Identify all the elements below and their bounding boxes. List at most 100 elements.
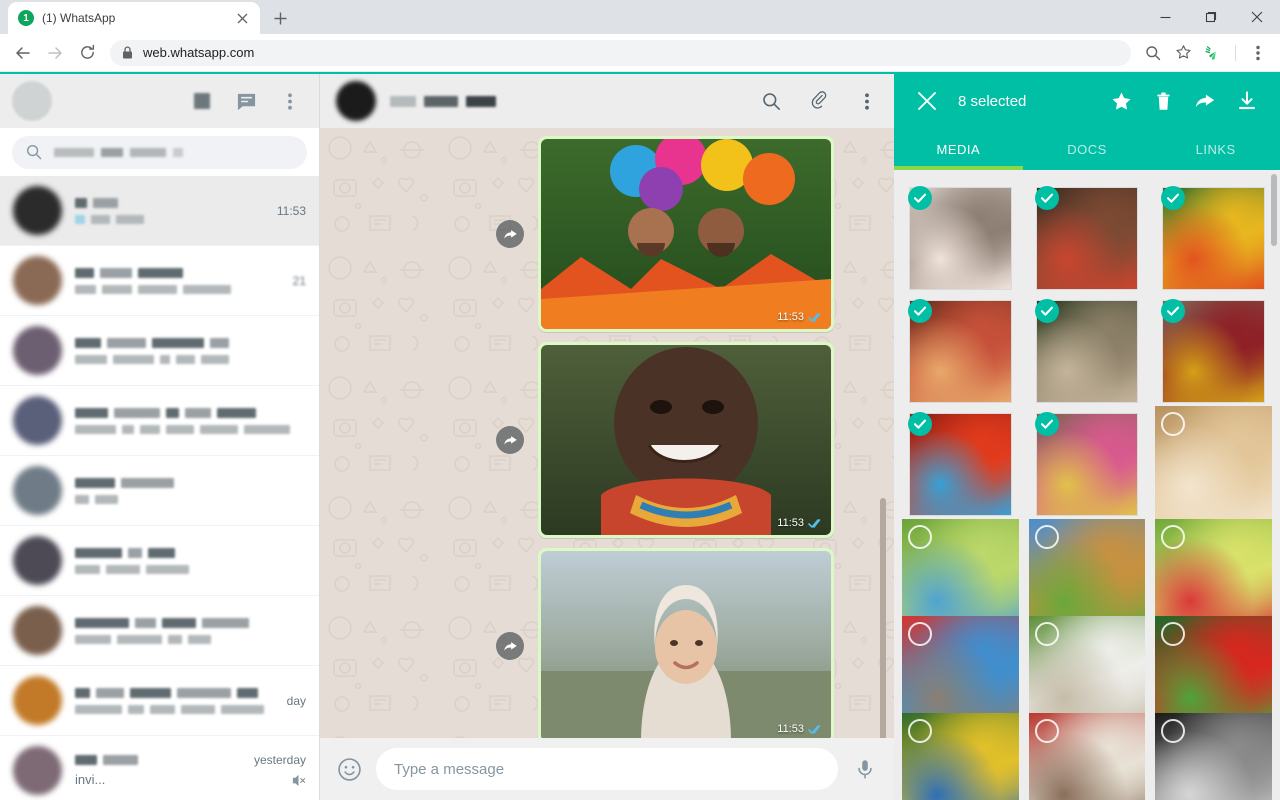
checkbox-unchecked-icon[interactable] [1034, 719, 1059, 743]
attach-clip-icon[interactable] [808, 90, 830, 112]
message-meta: 11:53 [777, 723, 824, 735]
checkbox-checked-icon[interactable] [908, 299, 932, 323]
browser-tab[interactable]: 1 (1) WhatsApp [8, 2, 260, 34]
whatsapp-app: 11:53 21 day invi... yesterdayyesterday [0, 72, 1280, 800]
forward-message-icon[interactable] [496, 220, 524, 248]
window-close-icon[interactable] [1234, 0, 1280, 34]
media-thumbnail[interactable] [1155, 180, 1272, 297]
checkbox-checked-icon[interactable] [908, 186, 932, 210]
forward-message-icon[interactable] [496, 426, 524, 454]
chat-list-item[interactable]: day [0, 666, 319, 736]
contact-avatar[interactable] [336, 81, 376, 121]
chat-timestamp [303, 414, 306, 428]
conversation-scrollbar[interactable] [880, 498, 886, 738]
media-thumbnail[interactable] [1028, 406, 1146, 523]
chat-list-item[interactable] [0, 316, 319, 386]
reload-icon[interactable] [72, 38, 102, 68]
chat-item-body [75, 547, 290, 574]
browser-menu-dots-icon[interactable] [1244, 39, 1272, 67]
message-image[interactable] [541, 551, 831, 738]
chat-list-item[interactable]: 21 [0, 246, 319, 316]
address-bar-url: web.whatsapp.com [143, 45, 255, 60]
checkbox-unchecked-icon[interactable] [908, 525, 932, 549]
star-icon[interactable] [1110, 90, 1132, 112]
search-placeholder-redacted [54, 147, 183, 157]
tab-links[interactable]: LINKS [1151, 128, 1280, 170]
chat-preview-redacted [75, 564, 290, 574]
forward-icon[interactable] [1194, 90, 1216, 112]
chat-list-item[interactable] [0, 526, 319, 596]
media-thumbnail[interactable] [902, 713, 1019, 800]
chat-list-item[interactable] [0, 456, 319, 526]
read-receipt-icon [808, 724, 824, 735]
delete-icon[interactable] [1152, 90, 1174, 112]
chat-list-item[interactable]: invi... yesterday [0, 736, 319, 800]
checkbox-unchecked-icon[interactable] [908, 622, 932, 646]
forward-icon[interactable] [40, 38, 70, 68]
checkbox-checked-icon[interactable] [1034, 299, 1059, 323]
message-input[interactable] [376, 748, 838, 790]
media-thumbnail[interactable] [1028, 713, 1146, 800]
conversation-header [320, 74, 894, 128]
tab-label: DOCS [1067, 141, 1107, 157]
media-thumbnail[interactable] [902, 293, 1019, 410]
microphone-icon[interactable] [852, 756, 878, 782]
chat-timestamp [303, 484, 306, 498]
conversation-menu-dots-icon[interactable] [856, 90, 878, 112]
chat-list-item[interactable] [0, 386, 319, 456]
avatar[interactable] [12, 81, 52, 121]
checkbox-checked-icon[interactable] [1034, 186, 1059, 210]
address-bar[interactable]: web.whatsapp.com [110, 39, 1131, 66]
media-grid[interactable] [894, 170, 1280, 800]
media-thumbnail[interactable] [1155, 713, 1272, 800]
message-timestamp: 11:53 [777, 517, 804, 529]
extension-icon[interactable] [1199, 39, 1227, 67]
chat-list-item[interactable]: 11:53 [0, 176, 319, 246]
image-message-bubble[interactable]: 11:53 [538, 136, 834, 332]
media-panel-tabs: MEDIA DOCS LINKS [894, 128, 1280, 170]
message-image[interactable] [541, 345, 831, 535]
checkbox-unchecked-icon[interactable] [1034, 525, 1059, 549]
media-thumbnail[interactable] [902, 406, 1019, 523]
media-thumbnail[interactable] [902, 180, 1019, 297]
checkbox-checked-icon[interactable] [908, 412, 932, 436]
tab-media[interactable]: MEDIA [894, 128, 1023, 170]
chat-list[interactable]: 11:53 21 day invi... yesterdayyesterday [0, 176, 319, 800]
forward-message-icon[interactable] [496, 632, 524, 660]
media-thumbnail[interactable] [1155, 293, 1272, 410]
tab-close-icon[interactable] [234, 10, 250, 26]
media-panel: 8 selected MEDIA DOCS LINKS [894, 74, 1280, 800]
image-message-bubble[interactable]: 11:53 [538, 342, 834, 538]
checkbox-unchecked-icon[interactable] [908, 719, 932, 743]
zoom-icon[interactable] [1139, 39, 1167, 67]
close-icon[interactable] [916, 90, 938, 112]
new-tab-button[interactable] [266, 4, 294, 32]
browser-toolbar: web.whatsapp.com [0, 34, 1280, 72]
chat-title-redacted [75, 267, 280, 278]
search-input[interactable] [12, 135, 307, 169]
new-chat-icon[interactable] [235, 90, 257, 112]
download-icon[interactable] [1236, 90, 1258, 112]
media-thumbnail[interactable] [1155, 406, 1272, 523]
image-message-bubble[interactable]: 11:53 [538, 548, 834, 738]
window-minimize-icon[interactable] [1142, 0, 1188, 34]
status-icon[interactable] [191, 90, 213, 112]
message-image[interactable] [541, 139, 831, 329]
sidebar-menu-dots-icon[interactable] [279, 90, 301, 112]
contact-name-redacted[interactable] [390, 95, 746, 107]
emoji-icon[interactable] [336, 756, 362, 782]
chat-list-item[interactable] [0, 596, 319, 666]
back-icon[interactable] [8, 38, 38, 68]
chat-avatar [13, 396, 62, 445]
checkbox-checked-icon[interactable] [1034, 412, 1059, 436]
bookmark-star-icon[interactable] [1169, 39, 1197, 67]
media-thumbnail[interactable] [1028, 180, 1146, 297]
chat-avatar [13, 256, 62, 305]
window-maximize-icon[interactable] [1188, 0, 1234, 34]
chat-title-redacted [75, 407, 290, 418]
checkbox-unchecked-icon[interactable] [1034, 622, 1059, 646]
conversation-search-icon[interactable] [760, 90, 782, 112]
tab-docs[interactable]: DOCS [1023, 128, 1152, 170]
media-thumbnail[interactable] [1028, 293, 1146, 410]
media-panel-scrollbar[interactable] [1271, 174, 1277, 246]
